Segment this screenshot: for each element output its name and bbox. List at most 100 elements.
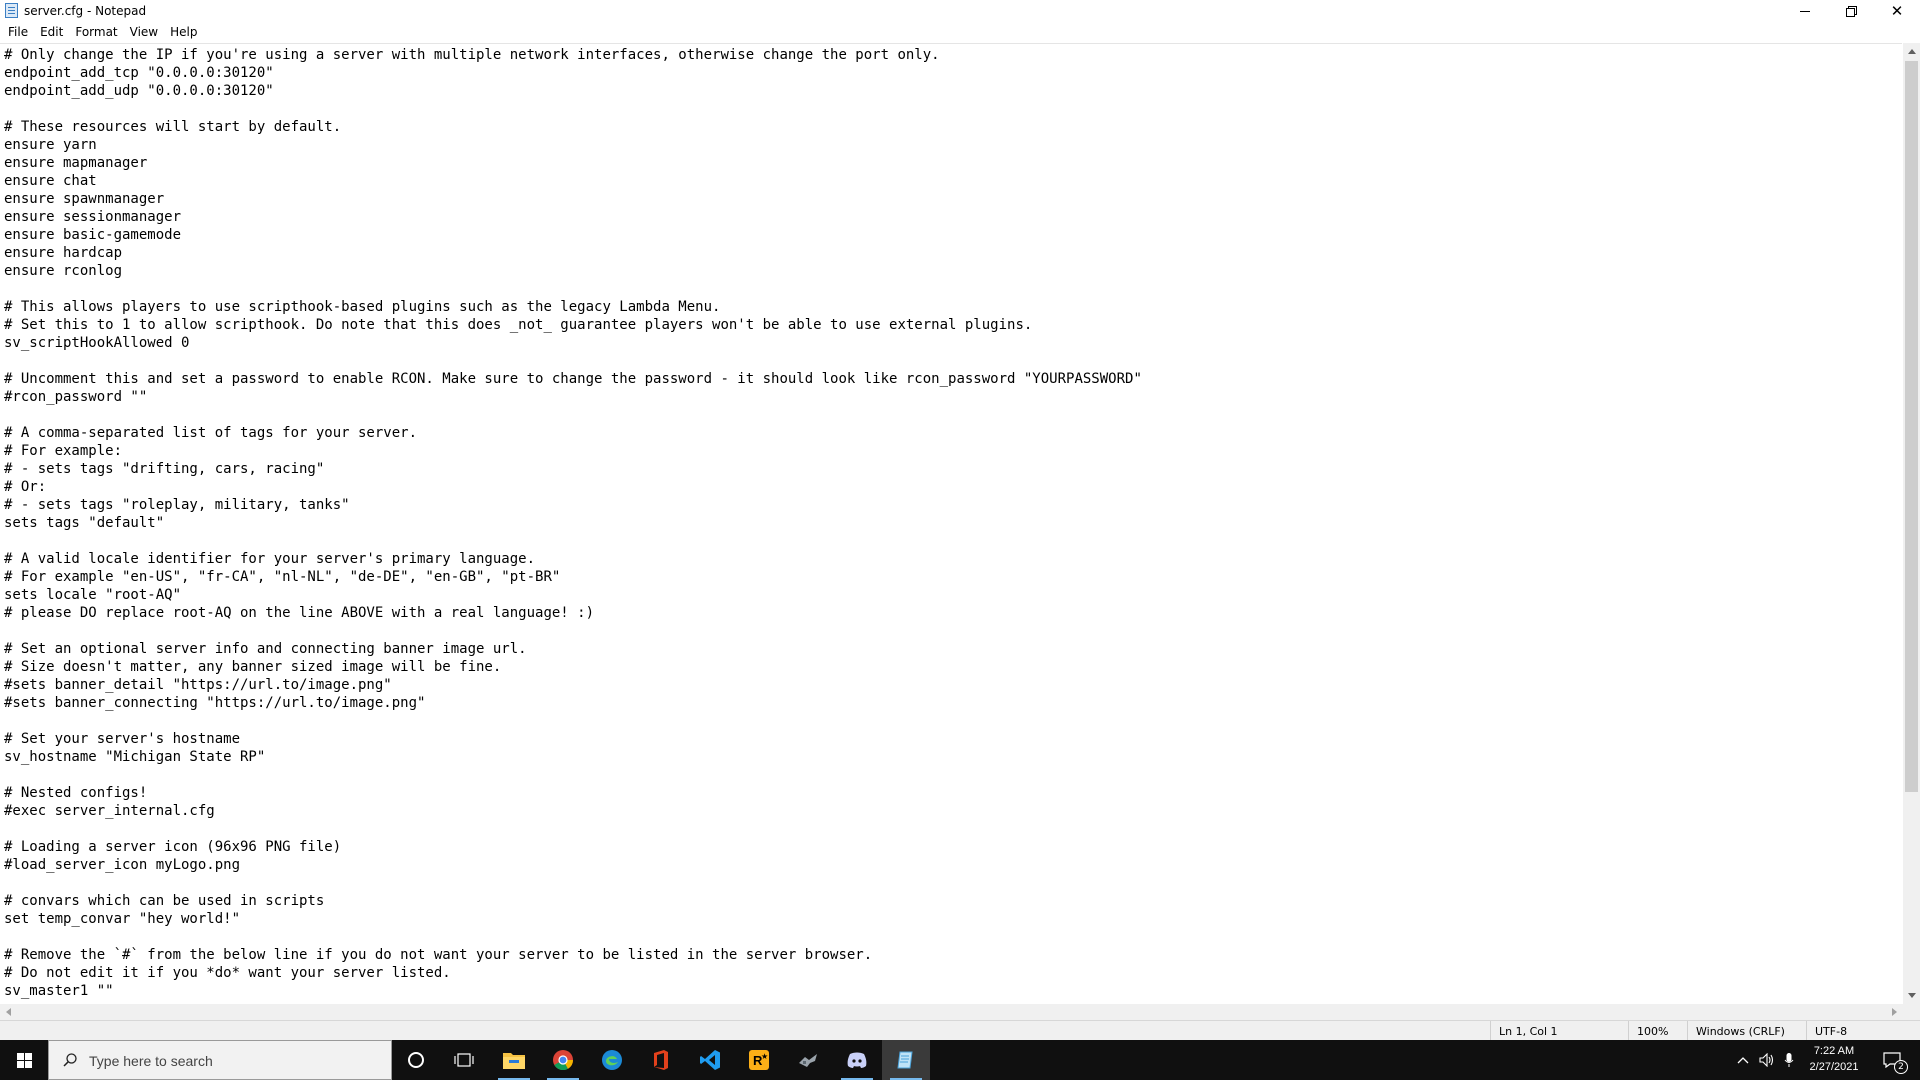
code-line[interactable] [4,280,1142,298]
vertical-scroll-thumb[interactable] [1905,61,1918,792]
code-line[interactable] [4,874,1142,892]
code-line[interactable]: # Set this to 1 to allow scripthook. Do … [4,316,1142,334]
scroll-up-button[interactable] [1903,43,1920,60]
code-line[interactable]: # Nested configs! [4,784,1142,802]
code-line[interactable]: # This allows players to use scripthook-… [4,298,1142,316]
code-line[interactable]: sets locale "root-AQ" [4,586,1142,604]
status-bar: Ln 1, Col 1 100% Windows (CRLF) UTF-8 [0,1020,1920,1040]
code-line[interactable] [4,532,1142,550]
code-line[interactable]: ensure mapmanager [4,154,1142,172]
code-line[interactable]: # - sets tags "drifting, cars, racing" [4,460,1142,478]
code-line[interactable]: sv_hostname "Michigan State RP" [4,748,1142,766]
file-explorer-button[interactable] [490,1040,538,1080]
edge-icon [602,1050,622,1070]
code-line[interactable]: ensure basic-gamemode [4,226,1142,244]
code-line[interactable] [4,622,1142,640]
code-line[interactable]: #sets banner_detail "https://url.to/imag… [4,676,1142,694]
minimize-button[interactable] [1782,0,1828,22]
taskbar-search-box[interactable]: Type here to search [48,1040,392,1080]
show-hidden-icons-button[interactable] [1732,1040,1754,1080]
notepad-icon [897,1051,913,1069]
horizontal-scrollbar[interactable] [0,1004,1903,1020]
code-line[interactable]: endpoint_add_udp "0.0.0.0:30120" [4,82,1142,100]
code-line[interactable] [4,352,1142,370]
office-icon [654,1050,668,1070]
cortana-button[interactable] [392,1040,440,1080]
vscode-icon [700,1050,720,1070]
editor-content[interactable]: # Only change the IP if you're using a s… [4,46,1142,1000]
start-button[interactable] [0,1040,48,1080]
code-line[interactable]: sv_master1 "" [4,982,1142,1000]
code-line[interactable] [4,712,1142,730]
code-line[interactable] [4,820,1142,838]
vertical-scrollbar[interactable] [1903,43,1920,1004]
notepad-button[interactable] [882,1040,930,1080]
code-line[interactable] [4,100,1142,118]
system-clock[interactable]: 7:22 AM 2/27/2021 [1800,1043,1868,1077]
code-line[interactable]: # Or: [4,478,1142,496]
edge-button[interactable] [588,1040,636,1080]
microphone-button[interactable] [1778,1040,1800,1080]
code-line[interactable]: # Only change the IP if you're using a s… [4,46,1142,64]
cortana-icon [408,1052,424,1068]
code-line[interactable]: ensure sessionmanager [4,208,1142,226]
close-icon: ✕ [1890,1,1904,20]
code-line[interactable]: # Set your server's hostname [4,730,1142,748]
code-line[interactable]: # A valid locale identifier for your ser… [4,550,1142,568]
menu-help[interactable]: Help [164,22,203,42]
game-button[interactable] [784,1040,832,1080]
code-line[interactable]: #sets banner_connecting "https://url.to/… [4,694,1142,712]
maximize-button[interactable] [1828,0,1874,22]
code-line[interactable]: # A comma-separated list of tags for you… [4,424,1142,442]
scrollbar-corner [1903,1004,1920,1020]
code-line[interactable]: # These resources will start by default. [4,118,1142,136]
code-line[interactable]: #load_server_icon myLogo.png [4,856,1142,874]
code-line[interactable]: # Set an optional server info and connec… [4,640,1142,658]
menu-view[interactable]: View [124,22,164,42]
scroll-left-button[interactable] [0,1004,17,1020]
code-line[interactable]: # Uncomment this and set a password to e… [4,370,1142,388]
code-line[interactable]: # Do not edit it if you *do* want your s… [4,964,1142,982]
code-line[interactable]: # Loading a server icon (96x96 PNG file) [4,838,1142,856]
arrow-right-icon [1892,1008,1897,1016]
office-button[interactable] [637,1040,685,1080]
code-line[interactable]: ensure spawnmanager [4,190,1142,208]
code-line[interactable]: ensure yarn [4,136,1142,154]
volume-button[interactable] [1756,1040,1778,1080]
code-line[interactable]: ensure hardcap [4,244,1142,262]
code-line[interactable] [4,766,1142,784]
rockstar-button[interactable]: R ★ [735,1040,783,1080]
code-line[interactable]: ensure chat [4,172,1142,190]
code-line[interactable]: # Size doesn't matter, any banner sized … [4,658,1142,676]
text-editor[interactable]: # Only change the IP if you're using a s… [0,43,1902,1004]
code-line[interactable]: # For example "en-US", "fr-CA", "nl-NL",… [4,568,1142,586]
discord-button[interactable] [833,1040,881,1080]
code-line[interactable]: endpoint_add_tcp "0.0.0.0:30120" [4,64,1142,82]
menu-file[interactable]: File [2,22,34,42]
code-line[interactable] [4,406,1142,424]
chrome-button[interactable] [539,1040,587,1080]
code-line[interactable]: sets tags "default" [4,514,1142,532]
search-placeholder: Type here to search [89,1053,213,1069]
close-button[interactable]: ✕ [1874,0,1920,22]
code-line[interactable]: #rcon_password "" [4,388,1142,406]
code-line[interactable]: # please DO replace root-AQ on the line … [4,604,1142,622]
code-line[interactable]: # convars which can be used in scripts [4,892,1142,910]
file-explorer-icon [503,1053,525,1069]
scroll-down-button[interactable] [1903,987,1920,1004]
action-center-button[interactable]: 2 [1872,1040,1912,1080]
code-line[interactable]: set temp_convar "hey world!" [4,910,1142,928]
code-line[interactable]: #exec server_internal.cfg [4,802,1142,820]
vscode-button[interactable] [686,1040,734,1080]
scroll-right-button[interactable] [1886,1004,1903,1020]
code-line[interactable]: ensure rconlog [4,262,1142,280]
code-line[interactable] [4,928,1142,946]
title-bar[interactable]: server.cfg - Notepad ✕ [0,0,1920,22]
menu-edit[interactable]: Edit [34,22,69,42]
code-line[interactable]: # Remove the `#` from the below line if … [4,946,1142,964]
code-line[interactable]: # For example: [4,442,1142,460]
code-line[interactable]: # - sets tags "roleplay, military, tanks… [4,496,1142,514]
task-view-button[interactable] [440,1040,488,1080]
code-line[interactable]: sv_scriptHookAllowed 0 [4,334,1142,352]
menu-format[interactable]: Format [69,22,123,42]
